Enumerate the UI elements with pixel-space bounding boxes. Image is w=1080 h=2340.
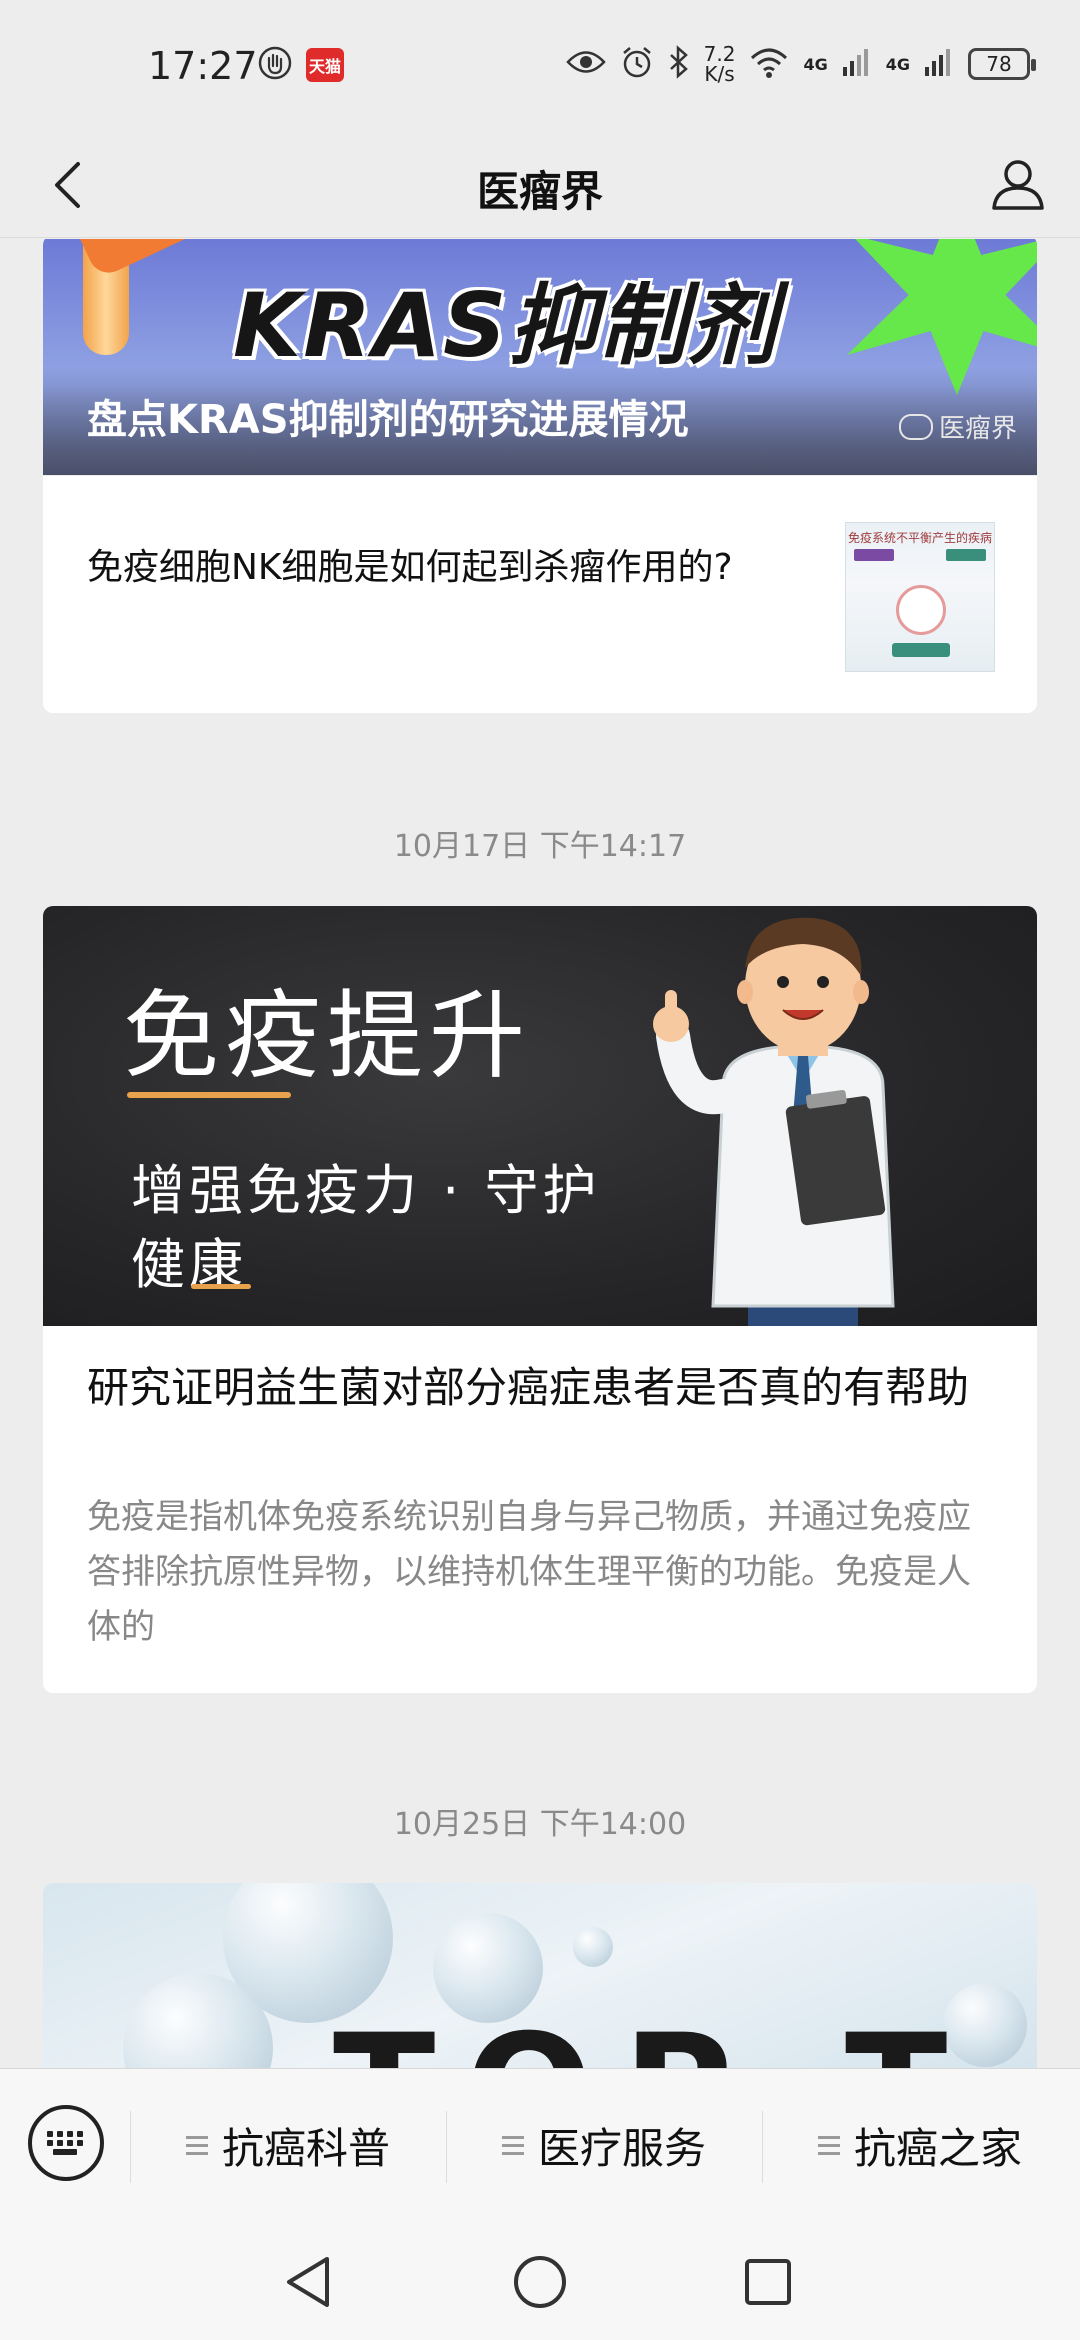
kras-banner[interactable]: KRAS抑制剂 盘点KRAS抑制剂的研究进展情况 医瘤界 xyxy=(43,239,1037,475)
article-title: 研究证明益生菌对部分癌症患者是否真的有帮助 xyxy=(87,1363,970,1412)
signal-icon-2 xyxy=(924,47,954,81)
kras-banner-title: KRAS抑制剂 xyxy=(233,274,779,377)
watermark: 医瘤界 xyxy=(898,408,1017,445)
menu-lines-icon xyxy=(186,2135,208,2155)
top-banner-text: TOP T xyxy=(333,2003,977,2068)
page-title: 医瘤界 xyxy=(476,167,603,216)
menu-item-label: 医疗服务 xyxy=(538,2123,707,2173)
status-bar: 17:27 天猫 7.2 K/s 4G 4G 78 xyxy=(0,0,1080,130)
tmall-icon: 天猫 xyxy=(306,48,344,82)
menu-item-medical-service[interactable]: 医疗服务 xyxy=(502,2109,706,2181)
banner-burst-decoration xyxy=(847,239,1037,395)
menu-lines-icon xyxy=(502,2135,524,2155)
menu-lines-icon xyxy=(818,2135,840,2155)
hammer-decoration xyxy=(69,239,217,355)
battery-indicator: 78 xyxy=(968,48,1036,80)
system-recents-button[interactable] xyxy=(738,2252,798,2312)
square-recents-icon xyxy=(745,2259,791,2305)
immune-banner-subtitle: 增强免疫力 · 守护 xyxy=(131,1159,601,1222)
immune-banner: 免疫提升 增强免疫力 · 守护 健康 xyxy=(43,906,1037,1326)
sub-article-thumbnail: 免疫系统不平衡产生的疾病 xyxy=(845,522,995,672)
network-label-1: 4G xyxy=(803,54,828,74)
article-card-probiotics[interactable]: 免疫提升 增强免疫力 · 守护 健康 研究证明益生菌对部分癌症患者是否真的有帮助… xyxy=(43,906,1037,1693)
article-card-top[interactable]: TOP T xyxy=(43,1883,1037,2068)
profile-button[interactable] xyxy=(982,148,1054,220)
network-speed: 7.2 K/s xyxy=(703,42,736,86)
wechat-icon xyxy=(898,413,933,440)
article-description: 免疫是指机体免疫系统识别自身与异己物质，并通过免疫应答排除抗原性异物，以维持机体… xyxy=(87,1497,971,1647)
hand-icon xyxy=(258,46,292,84)
system-navigation-bar xyxy=(0,2222,1080,2340)
alarm-icon xyxy=(620,45,654,83)
eye-icon xyxy=(565,49,606,79)
wifi-icon xyxy=(749,46,789,82)
date-label: 10月17日 下午14:17 xyxy=(393,829,687,864)
top-banner: TOP T xyxy=(43,1883,1037,2068)
menu-item-cancer-home[interactable]: 抗癌之家 xyxy=(818,2109,1022,2181)
article-card-kras[interactable]: KRAS抑制剂 盘点KRAS抑制剂的研究进展情况 医瘤界 免疫细胞NK细胞是如何… xyxy=(43,239,1037,713)
status-left-icons: 天猫 xyxy=(258,46,344,84)
date-label: 10月25日 下午14:00 xyxy=(393,1807,687,1842)
system-home-button[interactable] xyxy=(510,2252,570,2312)
immune-banner-title: 免疫提升 xyxy=(123,980,531,1092)
keyboard-icon xyxy=(47,2131,83,2155)
article-feed[interactable]: KRAS抑制剂 盘点KRAS抑制剂的研究进展情况 医瘤界 免疫细胞NK细胞是如何… xyxy=(0,239,1080,2068)
status-time: 17:27 xyxy=(148,44,258,88)
network-label-2: 4G xyxy=(885,54,910,74)
status-right-icons: 7.2 K/s 4G 4G 78 xyxy=(565,42,1036,86)
menu-item-label: 抗癌之家 xyxy=(854,2123,1023,2173)
bottom-menu: 抗癌科普 医疗服务 抗癌之家 xyxy=(0,2068,1080,2222)
sub-article-title: 免疫细胞NK细胞是如何起到杀瘤作用的? xyxy=(87,547,733,588)
bluetooth-icon xyxy=(668,45,690,83)
circle-home-icon xyxy=(514,2256,566,2308)
menu-item-label: 抗癌科普 xyxy=(222,2123,391,2173)
system-back-button[interactable] xyxy=(278,2252,338,2312)
triangle-back-icon xyxy=(287,2257,329,2307)
user-icon xyxy=(992,160,1044,210)
nav-bar: 医瘤界 xyxy=(0,130,1080,238)
sub-article-nk-cells[interactable]: 免疫细胞NK细胞是如何起到杀瘤作用的? 免疫系统不平衡产生的疾病 xyxy=(43,475,1037,713)
doctor-illustration xyxy=(653,917,895,1326)
keyboard-toggle-button[interactable] xyxy=(28,2105,104,2181)
kras-banner-caption: 盘点KRAS抑制剂的研究进展情况 xyxy=(87,397,689,443)
menu-item-cancer-science[interactable]: 抗癌科普 xyxy=(186,2109,390,2181)
signal-icon-1 xyxy=(842,47,872,81)
